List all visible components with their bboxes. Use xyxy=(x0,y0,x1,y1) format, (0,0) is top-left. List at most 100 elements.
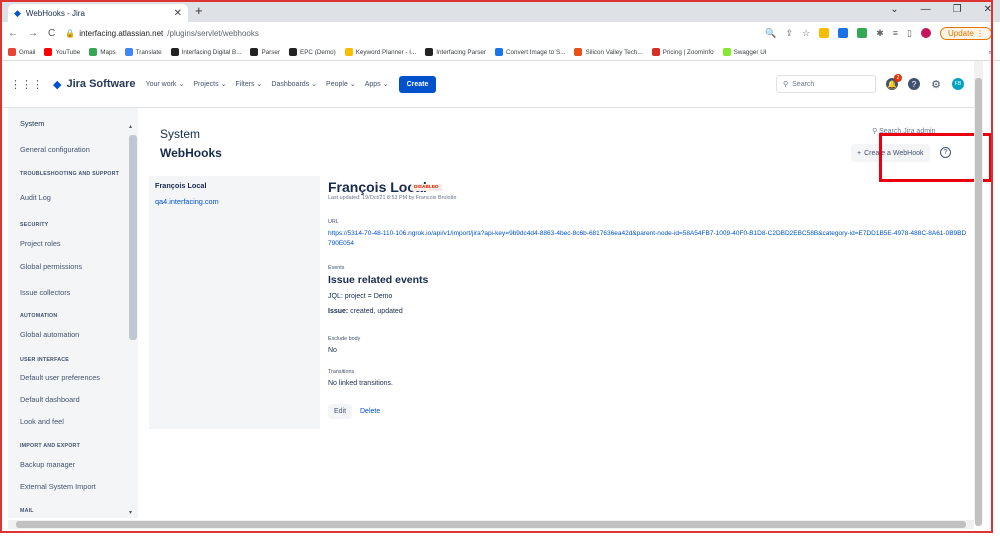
breadcrumb[interactable]: System xyxy=(160,127,200,141)
edit-button[interactable]: Edit xyxy=(328,404,353,419)
page-scroll-thumb[interactable] xyxy=(975,78,982,526)
back-icon[interactable]: ← xyxy=(8,28,18,39)
sidebar-section-user-interface: USER INTERFACE xyxy=(20,357,70,363)
issue-events: Issue: created, updated xyxy=(328,308,403,315)
forward-icon[interactable]: → xyxy=(28,28,38,39)
nav-item-label: Dashboards xyxy=(271,80,310,88)
nav-item-label: Your work xyxy=(145,80,177,88)
sidebar-scroll-down-icon[interactable]: ▾ xyxy=(129,509,132,516)
sidebar-item-general-configuration[interactable]: General configuration xyxy=(20,145,90,154)
bookmark-label: Parser xyxy=(261,48,281,56)
bookmark-item[interactable]: Translate xyxy=(124,48,162,56)
nav-item-people[interactable]: People ⌄ xyxy=(326,80,356,89)
browser-tab[interactable]: ◆ WebHooks - Jira ✕ xyxy=(8,4,188,22)
jira-diamond-icon: ◆ xyxy=(53,78,62,91)
sidebar-item-default-user-preferences[interactable]: Default user preferences xyxy=(20,373,100,382)
exclude-body-value: No xyxy=(328,347,337,354)
sidebar-scrollbar[interactable] xyxy=(129,135,137,340)
nav-item-apps[interactable]: Apps ⌄ xyxy=(365,80,389,89)
share-icon[interactable]: ⇪ xyxy=(786,28,794,39)
last-updated-text: Last updated: 19/Oct/21 8:53 PM by Franc… xyxy=(328,195,457,201)
minimize-icon[interactable]: — xyxy=(921,4,931,15)
sidebar-item-backup-manager[interactable]: Backup manager xyxy=(20,460,75,469)
bookmark-favicon-icon xyxy=(44,48,53,56)
extensions-puzzle-icon[interactable]: ✱ xyxy=(876,28,884,39)
profile-avatar[interactable] xyxy=(920,28,931,38)
extension-icon[interactable] xyxy=(838,28,849,38)
nav-item-dashboards[interactable]: Dashboards ⌄ xyxy=(271,80,317,89)
bookmark-item[interactable]: EPC (Demo) xyxy=(289,48,336,56)
bookmark-item[interactable]: Maps xyxy=(89,48,116,56)
events-label: Events xyxy=(328,265,345,271)
sidebar-item-default-dashboard[interactable]: Default dashboard xyxy=(20,395,80,404)
bookmark-item[interactable]: Gmail xyxy=(8,48,35,56)
new-tab-button[interactable]: + xyxy=(195,3,203,18)
bookmark-favicon-icon xyxy=(425,48,434,56)
delete-button[interactable]: Delete xyxy=(360,404,380,419)
extension-icon[interactable] xyxy=(819,28,830,38)
maximize-icon[interactable]: ❐ xyxy=(953,4,962,15)
sidebar-item-system[interactable]: System xyxy=(20,119,44,128)
update-button[interactable]: Update ⋮ xyxy=(939,26,992,40)
bookmark-favicon-icon xyxy=(170,48,179,56)
create-button[interactable]: Create xyxy=(398,75,437,93)
bookmark-label: Interfacing Parser xyxy=(436,48,486,56)
search-icon: ⚲ xyxy=(783,81,789,88)
sidebar-item-look-and-feel[interactable]: Look and feel xyxy=(20,417,64,426)
reading-list-icon[interactable]: ≡ xyxy=(893,28,898,38)
bookmark-favicon-icon xyxy=(89,48,98,56)
bookmark-label: Pricing | ZoomInfo xyxy=(662,48,714,56)
sidebar-item-global-automation[interactable]: Global automation xyxy=(20,330,79,339)
nav-item-projects[interactable]: Projects ⌄ xyxy=(193,80,227,89)
close-tab-icon[interactable]: ✕ xyxy=(174,8,182,19)
nav-item-your-work[interactable]: Your work ⌄ xyxy=(145,80,185,89)
tab-search-icon[interactable]: ⌄ xyxy=(890,4,898,15)
bookmark-item[interactable]: Swagger UI xyxy=(722,48,767,56)
transitions-value: No linked transitions. xyxy=(328,380,393,387)
sidebar-scroll-up-icon[interactable]: ▴ xyxy=(129,123,132,130)
bookmark-item[interactable]: Parser xyxy=(250,48,280,56)
zoom-icon[interactable]: 🔍 xyxy=(765,28,776,39)
settings-gear-icon[interactable]: ⚙ xyxy=(930,78,942,91)
bookmark-item[interactable]: Keyword Planner - I... xyxy=(344,48,416,56)
close-window-icon[interactable]: ✕ xyxy=(984,4,992,15)
webhook-url-value[interactable]: https://5314-70-48-110-106.ngrok.io/api/… xyxy=(328,229,968,249)
bookmark-item[interactable]: Silicon Valley Tech... xyxy=(574,48,643,56)
address-bar[interactable]: 🔒 interfacing.atlassian.net/plugins/serv… xyxy=(65,29,259,38)
help-icon[interactable]: ? xyxy=(908,78,920,90)
bookmark-favicon-icon xyxy=(344,48,353,56)
app-switcher-icon[interactable]: ⋮⋮⋮ xyxy=(10,78,43,91)
sidebar-item-external-system-import[interactable]: External System Import xyxy=(20,482,96,491)
chevron-down-icon: ⌄ xyxy=(256,81,263,88)
bookmark-item[interactable]: Interfacing Parser xyxy=(425,48,486,56)
webhook-list-item-url[interactable]: qa4.interfacing.com xyxy=(155,197,219,206)
window-controls: ⌄ — ❐ ✕ xyxy=(890,4,992,15)
exclude-body-label: Exclude body xyxy=(328,336,361,342)
nav-item-filters[interactable]: Filters ⌄ xyxy=(235,80,263,89)
webhook-list-item-name[interactable]: François Local xyxy=(155,181,207,190)
bookmark-label: Maps xyxy=(100,48,116,56)
bookmark-item[interactable]: Interfacing Digital B... xyxy=(170,48,241,56)
user-avatar[interactable]: FB xyxy=(952,78,964,90)
jira-logo[interactable]: ◆ Jira Software xyxy=(53,78,136,91)
notifications-icon[interactable]: 🔔 2 xyxy=(886,74,902,90)
sidebar-item-audit-log[interactable]: Audit Log xyxy=(20,193,51,202)
sidebar-item-global-permissions[interactable]: Global permissions xyxy=(20,262,82,271)
horizontal-scroll-thumb[interactable] xyxy=(16,521,966,528)
sidebar-item-issue-collectors[interactable]: Issue collectors xyxy=(20,288,70,297)
extension-icon[interactable] xyxy=(857,28,868,38)
bookmark-item[interactable]: Pricing | ZoomInfo xyxy=(651,48,714,56)
sidebar-item-project-roles[interactable]: Project roles xyxy=(20,239,61,248)
bookmark-item[interactable]: YouTube xyxy=(44,48,80,56)
jira-top-nav: ⋮⋮⋮ ◆ Jira Software Your work ⌄ Projects ⌄ F… xyxy=(0,61,974,108)
bookmark-star-icon[interactable]: ☆ xyxy=(802,28,810,39)
chevron-down-icon: ⌄ xyxy=(220,81,227,88)
tab-title: WebHooks - Jira xyxy=(25,8,85,18)
reload-icon[interactable]: C xyxy=(48,28,55,39)
bookmark-favicon-icon xyxy=(651,48,660,56)
jira-search-input[interactable]: ⚲ Search xyxy=(776,75,876,93)
bookmarks-overflow-icon[interactable]: » xyxy=(988,49,992,56)
issue-events-value: created, updated xyxy=(348,308,403,315)
side-panel-icon[interactable]: ▯ xyxy=(907,28,912,39)
bookmark-item[interactable]: Convert Image to S... xyxy=(494,48,565,56)
